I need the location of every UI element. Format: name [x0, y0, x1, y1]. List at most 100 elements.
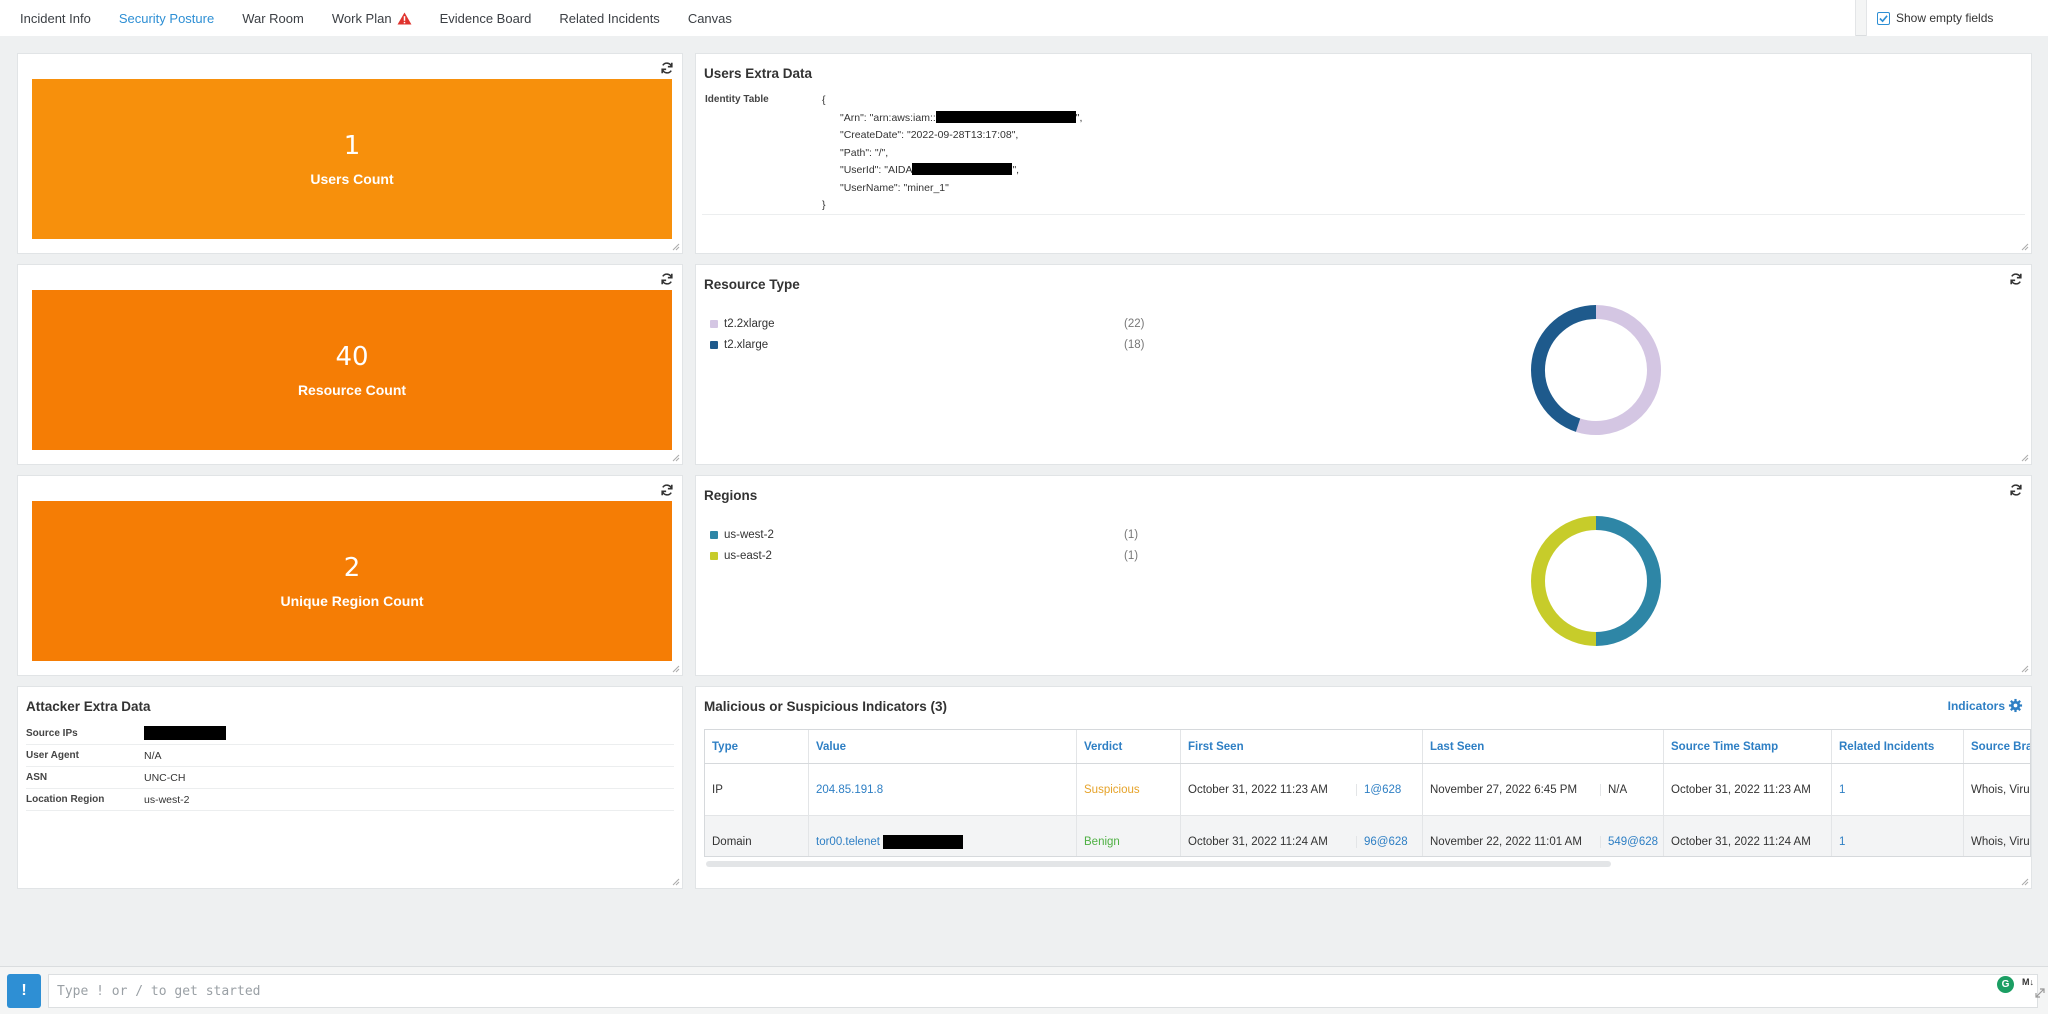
legend-swatch: [710, 551, 718, 560]
gear-icon[interactable]: [2008, 698, 2023, 713]
command-bar: ! Type ! or / to get started G M↓: [0, 966, 2048, 1014]
legend-item[interactable]: t2.xlarge (18): [710, 334, 1150, 355]
donut-slice-t2.xlarge[interactable]: [1531, 305, 1597, 432]
warning-icon: [397, 11, 412, 25]
column-header[interactable]: Type: [705, 730, 809, 763]
cell-value-link[interactable]: 204.85.191.8: [809, 764, 1077, 815]
resize-handle-icon[interactable]: [2020, 242, 2029, 251]
users-count-widget: 1 Users Count: [17, 53, 683, 254]
last-seen-ref-link[interactable]: 549@628: [1601, 836, 1658, 848]
donut-slice-t2.2xlarge[interactable]: [1575, 305, 1661, 435]
tab-related-incidents[interactable]: Related Incidents: [559, 11, 659, 26]
cell-value-link[interactable]: tor00.telenet: [816, 836, 880, 848]
show-empty-fields-toggle[interactable]: Show empty fields: [1866, 0, 2048, 36]
column-header[interactable]: Verdict: [1077, 730, 1181, 763]
refresh-icon[interactable]: [660, 272, 674, 286]
attacker-key: User Agent: [26, 750, 79, 761]
first-seen-ref-link[interactable]: 96@628: [1357, 836, 1408, 848]
resize-handle-icon[interactable]: [2020, 453, 2029, 462]
json-text: "UserId": "AIDA: [840, 164, 913, 176]
cell-type: IP: [705, 764, 809, 815]
resize-handle-icon[interactable]: [671, 664, 680, 673]
legend-name: us-west-2: [724, 528, 774, 541]
refresh-icon[interactable]: [2009, 483, 2023, 497]
divider: [702, 214, 2025, 215]
stat-value: 1: [343, 131, 361, 161]
attacker-value: UNC-CH: [144, 771, 186, 784]
refresh-icon[interactable]: [660, 483, 674, 497]
command-input[interactable]: Type ! or / to get started: [48, 974, 2038, 1008]
json-line-createdate: "CreateDate": "2022-09-28T13:17:08",: [840, 129, 1019, 141]
cell-related-incidents-link[interactable]: 1: [1832, 764, 1964, 815]
cell-source-brands: Whois, VirusTotal: [1964, 816, 2030, 856]
column-header[interactable]: Last Seen: [1423, 730, 1664, 763]
legend-item[interactable]: us-west-2 (1): [710, 524, 1150, 545]
tab-label: Incident Info: [20, 10, 91, 26]
json-brace: }: [822, 199, 826, 211]
json-text: ",: [1075, 111, 1083, 124]
resize-handle-icon[interactable]: [671, 877, 680, 886]
refresh-icon[interactable]: [660, 61, 674, 75]
column-header[interactable]: Related Incidents: [1832, 730, 1964, 763]
tab-canvas[interactable]: Canvas: [688, 11, 732, 26]
cell-last-seen: November 22, 2022 11:01 AM 549@628: [1423, 816, 1664, 856]
resize-handle-icon[interactable]: [671, 453, 680, 462]
first-seen-ref-link[interactable]: 1@628: [1357, 784, 1401, 796]
stat-label: Users Count: [310, 171, 394, 187]
widget-title: Resource Type: [704, 277, 800, 292]
resize-handle-icon[interactable]: [2020, 664, 2029, 673]
unique-region-count-widget: 2 Unique Region Count: [17, 475, 683, 676]
attacker-key: Source IPs: [26, 728, 78, 739]
widget-title: Malicious or Suspicious Indicators (3): [704, 699, 948, 714]
last-seen-ref: N/A: [1608, 783, 1628, 796]
tab-label: Work Plan: [331, 10, 392, 26]
tab-work-plan[interactable]: Work Plan: [332, 11, 412, 26]
redacted-block: [144, 726, 226, 740]
legend-item[interactable]: us-east-2 (1): [710, 545, 1150, 566]
tab-label: War Room: [242, 10, 304, 26]
widget-title: Attacker Extra Data: [26, 699, 151, 714]
legend-item[interactable]: t2.2xlarge (22): [710, 313, 1150, 334]
horizontal-scrollbar[interactable]: [706, 861, 1611, 867]
json-text: ",: [1012, 164, 1020, 176]
table-header: Type Value Verdict First Seen Last Seen …: [705, 730, 2030, 764]
donut-slice-us-east-2[interactable]: [1531, 516, 1597, 646]
command-button[interactable]: !: [7, 974, 41, 1008]
indicators-link[interactable]: Indicators: [1948, 699, 2005, 713]
tab-war-room[interactable]: War Room: [242, 11, 304, 26]
column-header[interactable]: First Seen: [1181, 730, 1423, 763]
resize-handle-icon[interactable]: [671, 242, 680, 251]
tab-label: Related Incidents: [559, 10, 660, 26]
json-brace: {: [822, 94, 826, 106]
column-header[interactable]: Source Time Stamp: [1664, 730, 1832, 763]
table-row[interactable]: IP 204.85.191.8 Suspicious October 31, 2…: [705, 764, 2030, 816]
tab-security-posture[interactable]: Security Posture: [119, 11, 214, 26]
refresh-icon[interactable]: [2009, 272, 2023, 286]
cell-related-incidents-link[interactable]: 1: [1832, 816, 1964, 856]
resource-type-legend: t2.2xlarge (22) t2.xlarge (18): [710, 313, 1150, 355]
legend-name: us-east-2: [724, 549, 772, 562]
tab-label: Evidence Board: [439, 10, 532, 26]
widget-title: Users Extra Data: [704, 66, 813, 81]
unique-region-count-tile: 2 Unique Region Count: [32, 501, 672, 661]
resource-count-widget: 40 Resource Count: [17, 264, 683, 465]
cell-verdict: Benign: [1077, 816, 1181, 856]
tab-incident-info[interactable]: Incident Info: [20, 11, 91, 26]
attacker-row-asn: ASN UNC-CH: [26, 767, 674, 789]
checkbox[interactable]: [1877, 11, 1890, 25]
resource-type-donut-chart: [1531, 305, 1661, 435]
identity-table-json: { "Arn": "arn:aws:iam:: ", "CreateDate": …: [822, 92, 1082, 215]
grammarly-icon[interactable]: G: [1997, 976, 2014, 993]
resize-handle-icon[interactable]: [2020, 877, 2029, 886]
table-row[interactable]: Domain tor00.telenet Benign October 31, …: [705, 816, 2030, 856]
donut-slice-us-west-2[interactable]: [1595, 516, 1661, 646]
column-header[interactable]: Value: [809, 730, 1077, 763]
tab-evidence-board[interactable]: Evidence Board: [440, 11, 532, 26]
json-line-path: "Path": "/",: [840, 146, 889, 159]
cell-last-seen: November 27, 2022 6:45 PM N/A: [1423, 764, 1664, 815]
attacker-row-location-region: Location Region us-west-2: [26, 789, 674, 811]
redacted-block: [912, 163, 1013, 175]
column-header[interactable]: Source Brands: [1964, 730, 2030, 763]
expand-icon[interactable]: [2034, 987, 2046, 999]
resource-count-tile: 40 Resource Count: [32, 290, 672, 450]
